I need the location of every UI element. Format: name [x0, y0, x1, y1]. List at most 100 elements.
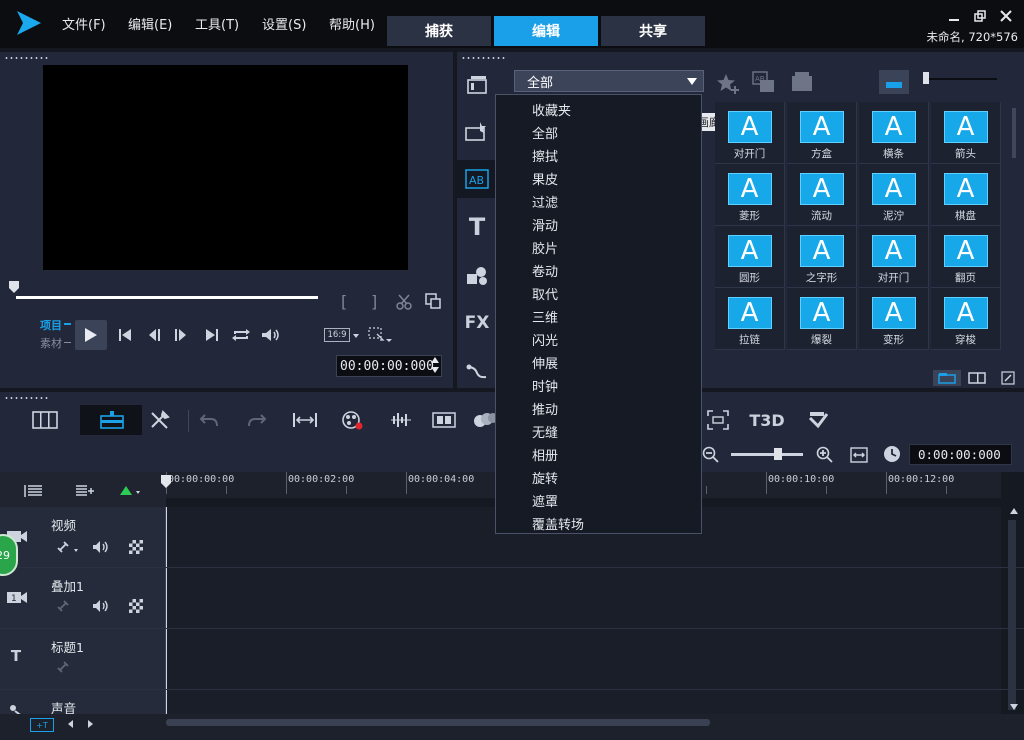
- redo-icon[interactable]: [241, 405, 273, 435]
- 3d-title-editor-button[interactable]: T3D: [749, 405, 784, 435]
- zoom-slider-handle[interactable]: [774, 448, 782, 460]
- dropdown-item[interactable]: 时钟: [532, 376, 558, 395]
- dropdown-item[interactable]: 相册: [532, 445, 558, 464]
- layout-icon[interactable]: [965, 370, 989, 386]
- aspect-chevron-icon[interactable]: [353, 334, 359, 338]
- dropdown-item[interactable]: 无缝: [532, 422, 558, 441]
- thumbnail-item[interactable]: A 流动: [787, 164, 857, 226]
- add-track-icon[interactable]: +T: [30, 718, 54, 732]
- link-icon[interactable]: [55, 598, 71, 614]
- thumbnail-item[interactable]: A 横条: [859, 102, 929, 164]
- menu-edit[interactable]: 编辑(E): [128, 14, 172, 33]
- next-frame-icon[interactable]: [171, 327, 191, 343]
- dropdown-item[interactable]: 覆盖转场: [532, 514, 584, 533]
- transparent-track-icon[interactable]: [127, 539, 145, 555]
- fit-project-icon[interactable]: [289, 405, 321, 435]
- thumbnail-item[interactable]: A 菱形: [715, 164, 785, 226]
- clock-icon[interactable]: [881, 443, 903, 465]
- close-icon[interactable]: [998, 9, 1014, 23]
- audio-mixer-icon[interactable]: [385, 405, 417, 435]
- thumbnail-item[interactable]: A 爆裂: [787, 288, 857, 350]
- aspect-ratio-button[interactable]: 16:9: [324, 328, 350, 342]
- library-view-icon[interactable]: [933, 370, 961, 386]
- random-transition-icon[interactable]: [789, 70, 815, 94]
- tab-share[interactable]: 共享: [601, 16, 705, 46]
- view-thumbnails-button[interactable]: [879, 70, 909, 94]
- auto-music-icon[interactable]: [428, 405, 460, 435]
- category-dropdown[interactable]: 全部: [514, 70, 704, 92]
- dropdown-item[interactable]: 收藏夹: [532, 100, 571, 119]
- transparent-track-icon[interactable]: [127, 598, 145, 614]
- tab-edit[interactable]: 编辑: [494, 16, 598, 46]
- mark-in-icon[interactable]: [: [341, 292, 347, 311]
- timecode-down-icon[interactable]: [431, 367, 439, 373]
- mode-clip[interactable]: 素材: [40, 335, 62, 351]
- dropdown-item[interactable]: 闪光: [532, 330, 558, 349]
- edit-options-icon[interactable]: [997, 370, 1019, 386]
- track-lane[interactable]: [166, 568, 1001, 628]
- vertical-scrollbar[interactable]: [1008, 520, 1016, 710]
- scrubber-handle[interactable]: [8, 280, 20, 294]
- dropdown-item[interactable]: 擦拭: [532, 146, 558, 165]
- timecode-up-icon[interactable]: [431, 357, 439, 363]
- undo-icon[interactable]: [193, 405, 225, 435]
- track-lane[interactable]: [166, 629, 1001, 689]
- apply-transition-icon[interactable]: AB: [751, 70, 777, 94]
- add-to-favorites-icon[interactable]: [715, 72, 741, 94]
- dropdown-item[interactable]: 旋转: [532, 468, 558, 487]
- scroll-up-icon[interactable]: [1010, 508, 1018, 514]
- thumbnail-item[interactable]: A 翻页: [931, 226, 1001, 288]
- dropdown-item[interactable]: 遮罩: [532, 491, 558, 510]
- thumbnail-size-slider[interactable]: [927, 78, 997, 80]
- graphics-icon[interactable]: [457, 256, 497, 294]
- thumbnail-item[interactable]: A 棋盘: [931, 164, 1001, 226]
- play-button[interactable]: [75, 320, 107, 350]
- title-icon[interactable]: T: [457, 208, 497, 246]
- media-library-icon[interactable]: [457, 66, 497, 104]
- filter-fx-icon[interactable]: FX: [457, 304, 497, 342]
- thumbnail-item[interactable]: A 圆形: [715, 226, 785, 288]
- dropdown-item[interactable]: 滑动: [532, 215, 558, 234]
- track-manager-icon[interactable]: [22, 482, 44, 500]
- timecode-field[interactable]: 00:00:00:000: [336, 355, 442, 377]
- thumbnail-item[interactable]: A 变形: [859, 288, 929, 350]
- minimize-icon[interactable]: [946, 9, 962, 23]
- path-motion-icon[interactable]: [457, 352, 497, 390]
- subtitle-editor-icon[interactable]: [702, 405, 734, 435]
- panel-grip[interactable]: [4, 56, 50, 60]
- dropdown-item[interactable]: 推动: [532, 399, 558, 418]
- dropdown-item[interactable]: 取代: [532, 284, 558, 303]
- multi-camera-icon[interactable]: [803, 405, 835, 435]
- thumbnail-item[interactable]: A 之字形: [787, 226, 857, 288]
- thumbnail-size-handle[interactable]: [923, 72, 929, 84]
- go-to-end-icon[interactable]: [202, 327, 222, 343]
- link-icon[interactable]: [55, 539, 81, 555]
- scrubber-bar[interactable]: [16, 296, 318, 299]
- zoom-out-icon[interactable]: [700, 444, 722, 466]
- save-snapshot-icon[interactable]: [423, 292, 443, 310]
- dropdown-arrow-icon[interactable]: [687, 78, 697, 85]
- library-scrollbar[interactable]: [1012, 108, 1016, 158]
- menu-file[interactable]: 文件(F): [62, 14, 106, 33]
- repeat-icon[interactable]: [230, 327, 252, 343]
- instant-project-icon[interactable]: [457, 112, 497, 150]
- mute-icon[interactable]: [91, 598, 111, 614]
- dropdown-item[interactable]: 过滤: [532, 192, 558, 211]
- zoom-slider[interactable]: [731, 453, 803, 456]
- toolbox-icon[interactable]: [144, 405, 176, 435]
- horizontal-scrollbar[interactable]: [166, 719, 710, 726]
- mode-project[interactable]: 项目: [40, 317, 62, 333]
- record-capture-icon[interactable]: [337, 405, 369, 435]
- previous-frame-icon[interactable]: [144, 327, 164, 343]
- title-track-icon[interactable]: T: [4, 646, 28, 666]
- thumbnail-item[interactable]: A 对开门: [715, 102, 785, 164]
- zoom-in-icon[interactable]: [814, 444, 836, 466]
- dropdown-item[interactable]: 全部: [532, 123, 558, 142]
- transition-icon[interactable]: AB: [457, 160, 497, 198]
- thumbnail-item[interactable]: A 箭头: [931, 102, 1001, 164]
- restore-icon[interactable]: [972, 9, 988, 23]
- panel-grip[interactable]: [461, 56, 507, 60]
- overlay-track-icon[interactable]: 1: [6, 588, 28, 606]
- menu-settings[interactable]: 设置(S): [262, 14, 306, 33]
- link-icon[interactable]: [55, 659, 71, 675]
